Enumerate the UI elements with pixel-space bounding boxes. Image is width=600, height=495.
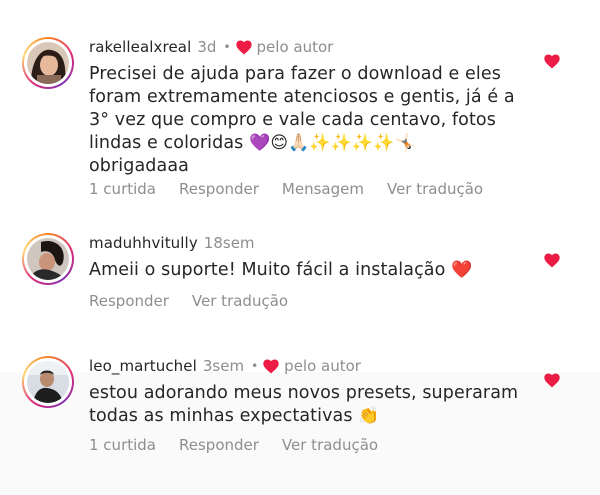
- timestamp[interactable]: 3sem: [203, 356, 244, 376]
- avatar-photo-icon: [27, 361, 69, 403]
- timestamp[interactable]: 18sem: [204, 233, 255, 253]
- username[interactable]: maduhhvitully: [89, 233, 198, 253]
- separator-dot: •: [223, 40, 231, 54]
- timestamp[interactable]: 3d: [197, 37, 216, 57]
- username[interactable]: leo_martuchel: [89, 356, 197, 376]
- username[interactable]: rakellealxreal: [89, 37, 191, 57]
- translate-button[interactable]: Ver tradução: [282, 435, 378, 455]
- comment-actions: 1 curtida Responder Ver tradução: [89, 435, 401, 455]
- comment-text-main: estou adorando meus novos presets, super…: [89, 383, 519, 426]
- avatar[interactable]: [27, 238, 69, 280]
- comment-emojis: 💜😊🙏🏻✨✨✨✨🤸🏻: [249, 133, 416, 153]
- translate-button[interactable]: Ver tradução: [192, 291, 288, 311]
- author-heart-icon: [263, 359, 279, 373]
- comment-meta: leo_martuchel 3sem • pelo autor: [89, 356, 361, 376]
- separator-dot: •: [251, 359, 259, 373]
- comment-meta: rakellealxreal 3d • pelo autor: [89, 37, 333, 57]
- comment-text: estou adorando meus novos presets, super…: [89, 382, 529, 428]
- author-liked-label: pelo autor: [284, 357, 361, 375]
- likes-count[interactable]: 1 curtida: [89, 435, 156, 455]
- author-heart-icon: [235, 40, 252, 54]
- comment-emojis: ❤️: [451, 260, 473, 280]
- comment-actions: 1 curtida Responder Mensagem Ver traduçã…: [89, 179, 506, 199]
- comment-text-main: Ameii o suporte! Muito fácil a instalaçã…: [89, 260, 446, 280]
- comment-text: Ameii o suporte! Muito fácil a instalaçã…: [89, 259, 529, 282]
- like-heart-icon[interactable]: [544, 373, 560, 388]
- message-button[interactable]: Mensagem: [282, 179, 364, 199]
- like-heart-icon[interactable]: [544, 253, 560, 268]
- avatar[interactable]: [27, 361, 69, 403]
- avatar-ring[interactable]: [22, 356, 74, 408]
- avatar-photo-icon: [27, 42, 69, 84]
- comment-text: Precisei de ajuda para fazer o download …: [89, 63, 529, 178]
- reply-button[interactable]: Responder: [89, 291, 169, 311]
- comment-text-end: obrigadaaa: [89, 156, 189, 176]
- author-liked-label: pelo autor: [256, 38, 334, 56]
- translate-button[interactable]: Ver tradução: [387, 179, 483, 199]
- reply-button[interactable]: Responder: [179, 435, 259, 455]
- avatar-ring[interactable]: [22, 233, 74, 285]
- like-heart-icon[interactable]: [544, 54, 560, 69]
- comment-actions: Responder Ver tradução: [89, 291, 311, 311]
- avatar[interactable]: [27, 42, 69, 84]
- avatar-photo-icon: [27, 238, 69, 280]
- reply-button[interactable]: Responder: [179, 179, 259, 199]
- likes-count[interactable]: 1 curtida: [89, 179, 156, 199]
- comment-emojis: 👏: [358, 406, 380, 426]
- avatar-ring[interactable]: [22, 37, 74, 89]
- comment-meta: maduhhvitully 18sem: [89, 233, 255, 253]
